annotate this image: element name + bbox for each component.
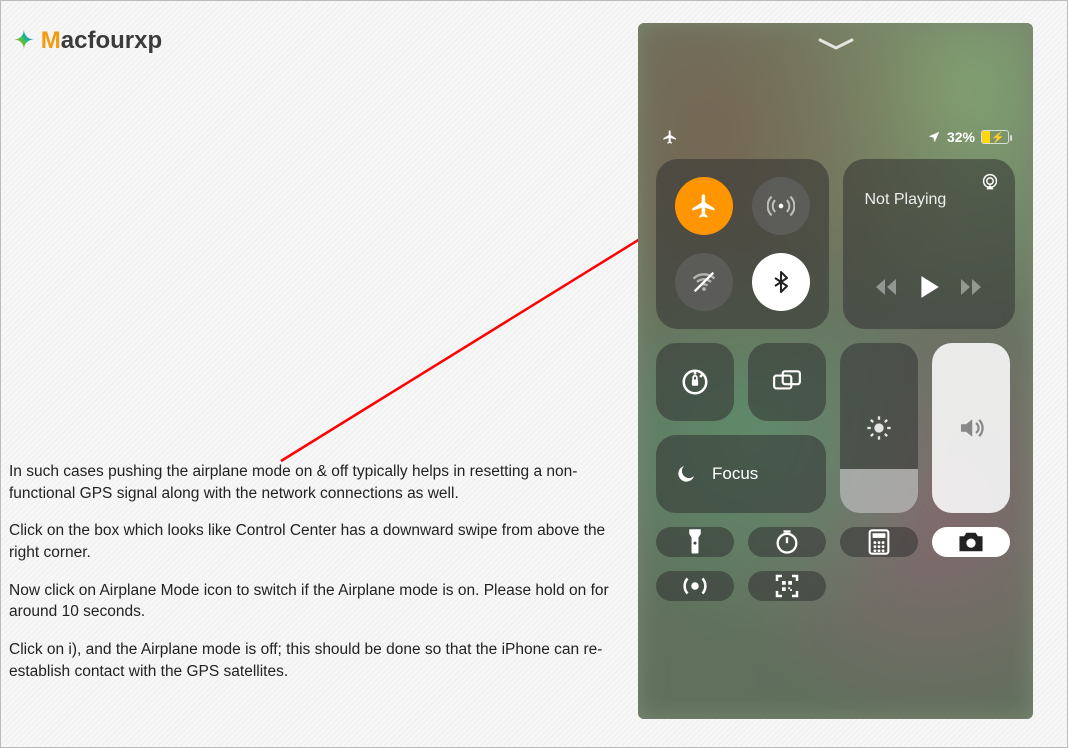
wifi-button[interactable] bbox=[675, 253, 733, 311]
location-status-icon bbox=[927, 130, 941, 144]
logo-text: Macfourxp bbox=[41, 27, 162, 55]
pull-down-handle-icon[interactable] bbox=[818, 37, 854, 51]
logo-rest: acfourxp bbox=[61, 27, 162, 54]
instructions-block: In such cases pushing the airplane mode … bbox=[9, 461, 609, 699]
camera-button[interactable] bbox=[932, 527, 1010, 557]
wifi-off-icon bbox=[690, 268, 718, 296]
instruction-p1: In such cases pushing the airplane mode … bbox=[9, 461, 609, 504]
flashlight-button[interactable] bbox=[656, 527, 734, 557]
moon-icon bbox=[674, 462, 698, 486]
bluetooth-button[interactable] bbox=[752, 253, 810, 311]
nfc-icon bbox=[680, 571, 710, 601]
battery-icon: ⚡ bbox=[981, 130, 1009, 144]
play-icon[interactable] bbox=[917, 274, 941, 305]
apple-logo-icon: ✦ bbox=[13, 25, 35, 56]
site-logo: ✦ Macfourxp bbox=[13, 25, 162, 56]
calculator-icon bbox=[867, 528, 891, 556]
rewind-icon[interactable] bbox=[873, 277, 899, 302]
timer-icon bbox=[773, 528, 801, 556]
brightness-icon bbox=[865, 414, 893, 442]
volume-icon bbox=[956, 413, 986, 443]
camera-icon bbox=[956, 529, 986, 555]
cellular-data-button[interactable] bbox=[752, 177, 810, 235]
screen-mirroring-icon bbox=[772, 369, 802, 395]
airplane-status-icon bbox=[662, 129, 678, 145]
volume-slider[interactable] bbox=[932, 343, 1010, 513]
qr-scanner-icon bbox=[772, 571, 802, 601]
battery-percent: 32% bbox=[947, 129, 975, 145]
flashlight-icon bbox=[684, 527, 706, 557]
media-label: Not Playing bbox=[865, 191, 998, 209]
rotation-lock-icon bbox=[680, 367, 710, 397]
status-bar: 32% ⚡ bbox=[656, 129, 1015, 145]
focus-button[interactable]: Focus bbox=[656, 435, 826, 513]
rotation-lock-button[interactable] bbox=[656, 343, 734, 421]
timer-button[interactable] bbox=[748, 527, 826, 557]
media-tile[interactable]: Not Playing bbox=[843, 159, 1016, 329]
calculator-button[interactable] bbox=[840, 527, 918, 557]
forward-icon[interactable] bbox=[958, 277, 984, 302]
focus-label: Focus bbox=[712, 464, 758, 484]
airplane-icon bbox=[690, 192, 718, 220]
instruction-p4: Click on i), and the Airplane mode is of… bbox=[9, 639, 609, 682]
nfc-tag-button[interactable] bbox=[656, 571, 734, 601]
connectivity-tile[interactable] bbox=[656, 159, 829, 329]
instruction-p2: Click on the box which looks like Contro… bbox=[9, 520, 609, 563]
instruction-p3: Now click on Airplane Mode icon to switc… bbox=[9, 580, 609, 623]
logo-m: M bbox=[41, 27, 61, 54]
airplane-mode-button[interactable] bbox=[675, 177, 733, 235]
qr-scanner-button[interactable] bbox=[748, 571, 826, 601]
screen-mirroring-button[interactable] bbox=[748, 343, 826, 421]
bluetooth-icon bbox=[769, 270, 793, 294]
brightness-slider[interactable] bbox=[840, 343, 918, 513]
iphone-control-center: 32% ⚡ bbox=[638, 23, 1033, 719]
antenna-icon bbox=[767, 192, 795, 220]
